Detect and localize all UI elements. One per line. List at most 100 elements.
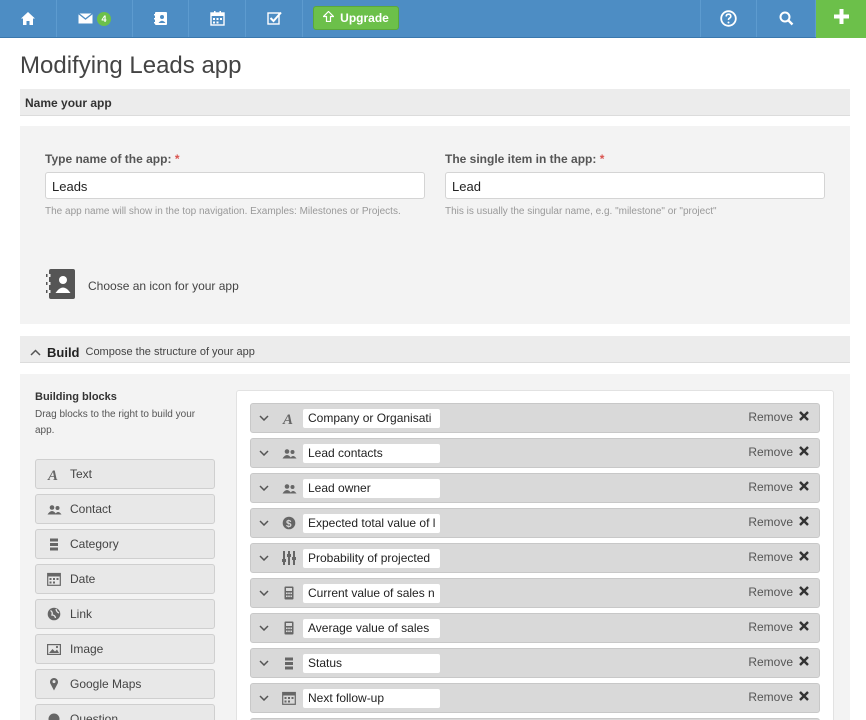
remove-field-button[interactable]: Remove: [748, 690, 809, 704]
calendar-icon: [277, 691, 301, 705]
chevron-down-icon[interactable]: [251, 485, 277, 491]
map-pin-icon: [46, 677, 62, 691]
chevron-down-icon[interactable]: [251, 625, 277, 631]
close-icon: [799, 550, 809, 564]
field-row[interactable]: $ Expected total value of l Remove: [250, 508, 820, 538]
field-name-input[interactable]: Expected total value of l: [303, 513, 440, 533]
name-section-header: Name your app: [20, 89, 850, 116]
calculator-icon: [277, 586, 301, 600]
close-icon: [799, 620, 809, 634]
item-name-input[interactable]: Lead: [445, 172, 825, 199]
close-icon: [799, 445, 809, 459]
building-blocks-title: Building blocks: [35, 391, 117, 403]
svg-text:$: $: [286, 519, 292, 530]
mail-icon: [78, 13, 93, 24]
block-google-maps[interactable]: Google Maps: [35, 669, 215, 699]
contacts-button[interactable]: [133, 0, 189, 37]
close-icon: [799, 690, 809, 704]
question-icon: [46, 713, 62, 720]
chevron-down-icon[interactable]: [251, 590, 277, 596]
required-marker: *: [174, 152, 180, 166]
build-section-panel: Building blocks Drag blocks to the right…: [20, 374, 850, 720]
chevron-down-icon[interactable]: [251, 520, 277, 526]
globe-icon: [46, 607, 62, 621]
field-row[interactable]: Probability of projected Remove: [250, 543, 820, 573]
page-title: Modifying Leads app: [20, 52, 242, 79]
block-link[interactable]: Link: [35, 599, 215, 629]
remove-field-button[interactable]: Remove: [748, 620, 809, 634]
chevron-down-icon[interactable]: [251, 415, 277, 421]
field-name-input[interactable]: Next follow-up: [303, 688, 440, 708]
help-button[interactable]: [700, 0, 757, 37]
field-name-input[interactable]: Average value of sales: [303, 618, 440, 638]
unread-count-badge: 4: [97, 11, 111, 26]
field-name-input[interactable]: Current value of sales n: [303, 583, 440, 603]
upgrade-arrow-icon: [322, 10, 336, 25]
remove-field-button[interactable]: Remove: [748, 410, 809, 424]
field-row[interactable]: Status Remove: [250, 648, 820, 678]
calendar-button[interactable]: [189, 0, 246, 37]
search-button[interactable]: [757, 0, 816, 37]
calendar-icon: [46, 572, 62, 586]
contact-icon: [277, 448, 301, 459]
close-icon: [799, 585, 809, 599]
top-navigation-bar: 4 Upgrade: [0, 0, 866, 38]
contacts-book-icon: [153, 11, 168, 26]
chevron-down-icon[interactable]: [251, 450, 277, 456]
add-new-button[interactable]: [816, 0, 866, 38]
app-name-input[interactable]: Leads: [45, 172, 425, 199]
upgrade-button[interactable]: Upgrade: [313, 6, 399, 30]
category-icon: [46, 538, 62, 551]
help-icon: [720, 10, 737, 27]
search-icon: [779, 11, 794, 26]
field-row[interactable]: Current value of sales n Remove: [250, 578, 820, 608]
money-icon: $: [277, 516, 301, 530]
remove-field-button[interactable]: Remove: [748, 585, 809, 599]
progress-icon: [277, 551, 301, 565]
field-row[interactable]: Average value of sales Remove: [250, 613, 820, 643]
block-contact[interactable]: Contact: [35, 494, 215, 524]
home-button[interactable]: [0, 0, 57, 37]
block-category[interactable]: Category: [35, 529, 215, 559]
field-name-input[interactable]: Lead owner: [303, 478, 440, 498]
field-row[interactable]: A Company or Organisati Remove: [250, 403, 820, 433]
chevron-down-icon[interactable]: [251, 555, 277, 561]
field-name-input[interactable]: Status: [303, 653, 440, 673]
field-row[interactable]: Next follow-up Remove: [250, 683, 820, 713]
app-structure-canvas[interactable]: A Company or Organisati Remove Lead cont…: [236, 390, 834, 720]
block-question[interactable]: Question: [35, 704, 215, 720]
build-subtitle: Compose the structure of your app: [85, 346, 255, 358]
build-title: Build: [47, 344, 80, 360]
remove-field-button[interactable]: Remove: [748, 550, 809, 564]
item-name-hint: This is usually the singular name, e.g. …: [445, 206, 717, 217]
remove-field-button[interactable]: Remove: [748, 480, 809, 494]
block-date[interactable]: Date: [35, 564, 215, 594]
app-icon-preview: [46, 268, 76, 303]
home-icon: [20, 11, 36, 26]
inbox-button[interactable]: 4: [57, 0, 133, 37]
choose-icon-label: Choose an icon for your app: [88, 278, 239, 293]
app-name-hint: The app name will show in the top naviga…: [45, 206, 401, 217]
remove-field-button[interactable]: Remove: [748, 655, 809, 669]
text-icon: A: [46, 467, 62, 481]
build-section-header[interactable]: Build Compose the structure of your app: [20, 336, 850, 363]
svg-text:A: A: [282, 412, 293, 425]
chevron-down-icon[interactable]: [251, 695, 277, 701]
field-name-input[interactable]: Company or Organisati: [303, 408, 440, 428]
block-image[interactable]: Image: [35, 634, 215, 664]
field-row[interactable]: Lead owner Remove: [250, 473, 820, 503]
required-marker: *: [599, 152, 605, 166]
building-blocks-subtitle: Drag blocks to the right to build your a…: [35, 409, 196, 436]
tasks-button[interactable]: [246, 0, 303, 37]
choose-icon-button[interactable]: Choose an icon for your app: [46, 268, 239, 303]
close-icon: [799, 480, 809, 494]
remove-field-button[interactable]: Remove: [748, 445, 809, 459]
remove-field-button[interactable]: Remove: [748, 515, 809, 529]
chevron-down-icon[interactable]: [251, 660, 277, 666]
block-text[interactable]: A Text: [35, 459, 215, 489]
chevron-up-icon: [30, 345, 41, 359]
field-row[interactable]: Lead contacts Remove: [250, 438, 820, 468]
field-name-input[interactable]: Probability of projected: [303, 548, 440, 568]
app-name-label: Type name of the app: *: [45, 152, 180, 166]
field-name-input[interactable]: Lead contacts: [303, 443, 440, 463]
